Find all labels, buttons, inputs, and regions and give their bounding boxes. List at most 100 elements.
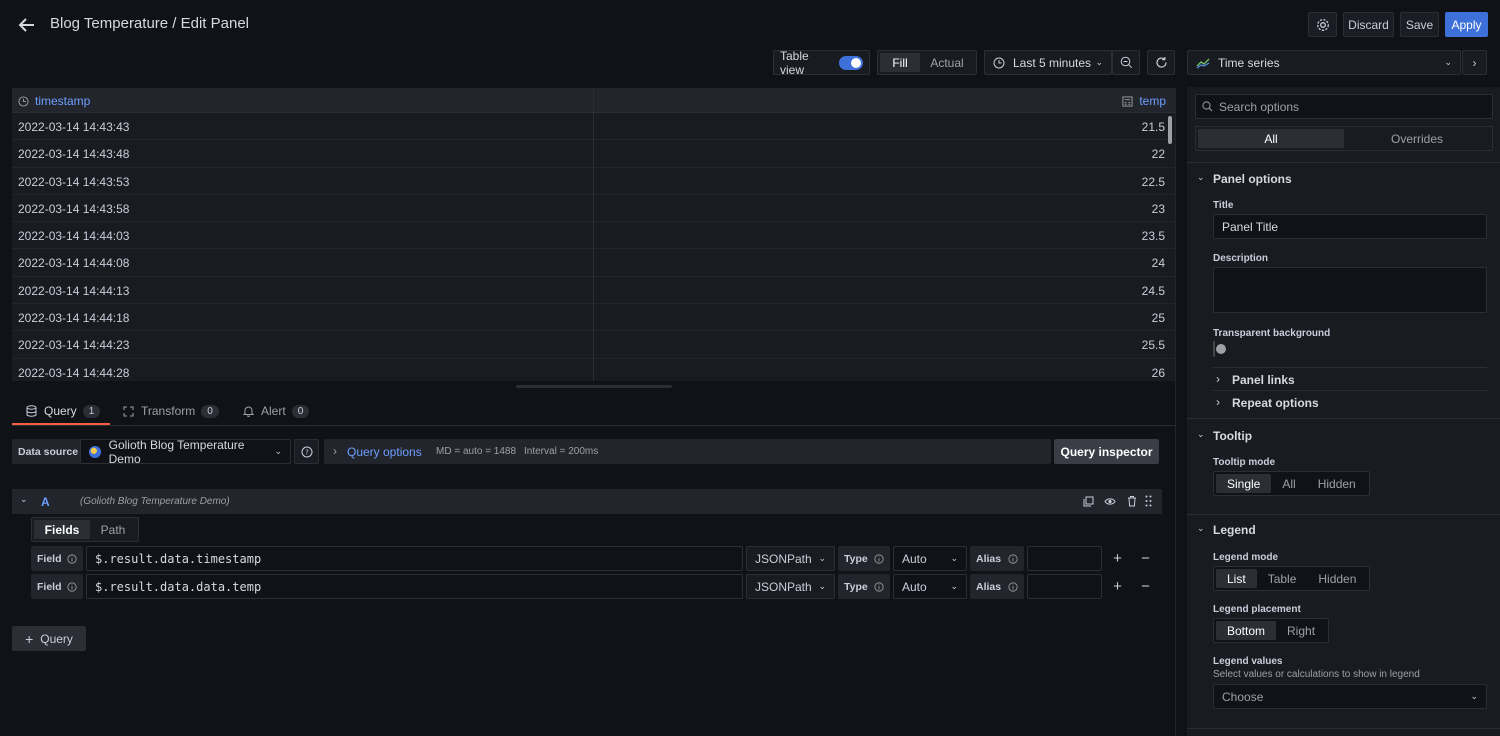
page-title: Blog Temperature / Edit Panel [50, 15, 250, 32]
panel-title-input[interactable]: Panel Title [1213, 214, 1487, 239]
chevron-down-icon[interactable]: ⌄ [1197, 523, 1205, 534]
field-label: Field [31, 546, 83, 571]
pane-splitter[interactable] [1175, 88, 1176, 736]
temp-cell: 24 [1151, 256, 1165, 271]
save-button[interactable]: Save [1400, 12, 1439, 37]
legend-section[interactable]: Legend [1213, 523, 1256, 537]
chevron-down-icon: ⌄ [1444, 57, 1452, 67]
query-options-bar[interactable] [324, 439, 1051, 464]
tooltip-hidden-option[interactable]: Hidden [1307, 474, 1367, 493]
timestamp-cell: 2022-03-14 14:44:23 [18, 338, 130, 353]
remove-field-button[interactable]: − [1133, 546, 1158, 571]
tab-alert[interactable]: Alert 0 [243, 397, 310, 425]
discard-button[interactable]: Discard [1343, 12, 1394, 37]
legend-hidden-option[interactable]: Hidden [1307, 569, 1367, 588]
chevron-right-icon: › [1472, 55, 1477, 70]
path-option[interactable]: Path [90, 520, 136, 539]
refresh-icon [1155, 57, 1167, 68]
remove-field-button[interactable]: − [1133, 574, 1158, 599]
chevron-right-icon[interactable]: › [1216, 395, 1220, 409]
legend-right-option[interactable]: Right [1276, 621, 1326, 640]
timestamp-cell: 2022-03-14 14:44:08 [18, 256, 130, 271]
repeat-options-section[interactable]: Repeat options [1232, 396, 1319, 410]
field-path-input[interactable]: $.result.data.data.temp [86, 574, 743, 599]
tab-overrides[interactable]: Overrides [1344, 129, 1490, 148]
copy-icon[interactable] [1083, 496, 1094, 507]
chevron-right-icon[interactable]: › [1216, 372, 1220, 386]
visualization-picker[interactable]: Time series ⌄ [1187, 50, 1461, 75]
fields-option[interactable]: Fields [34, 520, 90, 539]
field-type-select[interactable]: Auto ⌄ [893, 546, 967, 571]
tooltip-section[interactable]: Tooltip [1213, 429, 1252, 443]
divider [1213, 390, 1487, 391]
collapse-chevron-icon[interactable]: ⌄ [20, 494, 28, 505]
legend-values-select[interactable]: Choose ⌄ [1213, 684, 1487, 709]
temp-cell: 21.5 [1141, 120, 1165, 134]
add-field-button[interactable]: + [1105, 574, 1130, 599]
table-view-label: Table view [780, 48, 809, 77]
datasource-help-button[interactable]: ? [294, 439, 319, 464]
query-options-label[interactable]: Query options [347, 445, 422, 459]
panel-options-section[interactable]: Panel options [1213, 172, 1292, 186]
chevron-down-icon[interactable]: ⌄ [1197, 429, 1205, 440]
field-kind-select[interactable]: JSONPath ⌄ [746, 546, 835, 571]
temp-column-header[interactable]: temp [1122, 94, 1166, 108]
tooltip-single-option[interactable]: Single [1216, 474, 1272, 493]
resize-handle[interactable] [516, 385, 672, 388]
bell-icon [243, 406, 254, 417]
panel-links-section[interactable]: Panel links [1232, 373, 1295, 387]
arrow-left-icon [18, 18, 34, 32]
data-source-label: Data source [12, 439, 85, 464]
time-range-picker[interactable]: Last 5 minutes ⌄ [984, 50, 1112, 75]
search-options-field[interactable]: Search options [1195, 94, 1493, 119]
legend-list-option[interactable]: List [1216, 569, 1257, 588]
timestamp-cell: 2022-03-14 14:43:58 [18, 201, 130, 216]
settings-button[interactable] [1308, 12, 1337, 37]
field-type-select[interactable]: Auto ⌄ [893, 574, 967, 599]
alias-input[interactable] [1027, 546, 1102, 571]
max-datapoints-info: MD = auto = 1488 [436, 446, 517, 457]
tab-query[interactable]: Query 1 [26, 397, 101, 425]
fill-option[interactable]: Fill [880, 53, 920, 72]
actual-option[interactable]: Actual [920, 53, 974, 72]
table-view-switch[interactable] [839, 55, 863, 70]
legend-table-option[interactable]: Table [1257, 569, 1308, 588]
chevron-down-icon[interactable]: ⌄ [1197, 172, 1205, 183]
type-label: Type [838, 546, 890, 571]
chevron-down-icon: ⌄ [818, 553, 826, 563]
timestamp-column-header[interactable]: timestamp [18, 94, 90, 108]
divider [1187, 728, 1500, 729]
zoom-out-button[interactable] [1112, 50, 1140, 75]
back-button[interactable] [14, 12, 40, 38]
apply-button[interactable]: Apply [1445, 12, 1488, 37]
drag-handle-icon[interactable] [1145, 495, 1152, 507]
query-inspector-button[interactable]: Query inspector [1054, 439, 1159, 464]
eye-icon[interactable] [1104, 496, 1116, 507]
alias-input[interactable] [1027, 574, 1102, 599]
trash-icon[interactable] [1127, 495, 1137, 507]
chevron-down-icon: ⌄ [818, 581, 826, 591]
add-query-button[interactable]: + Query [12, 626, 86, 651]
collapse-options-button[interactable]: › [1462, 50, 1487, 75]
query-ref-id[interactable]: A [41, 495, 50, 509]
database-icon [26, 405, 37, 417]
timestamp-cell: 2022-03-14 14:44:13 [18, 283, 130, 298]
table-view-toggle[interactable]: Table view [773, 48, 870, 77]
temp-cell: 26 [1151, 365, 1165, 380]
temp-cell: 24.5 [1141, 283, 1165, 298]
datasource-logo-icon [89, 445, 101, 458]
transparent-background-switch[interactable] [1213, 341, 1215, 357]
table-scrollbar[interactable] [1168, 116, 1172, 144]
tooltip-all-option[interactable]: All [1271, 474, 1306, 493]
tab-transform[interactable]: Transform 0 [123, 397, 219, 425]
tab-all[interactable]: All [1198, 129, 1344, 148]
query-count-badge: 1 [82, 404, 101, 418]
add-field-button[interactable]: + [1105, 546, 1130, 571]
refresh-button[interactable] [1147, 50, 1175, 75]
legend-bottom-option[interactable]: Bottom [1216, 621, 1277, 640]
data-source-picker[interactable]: Golioth Blog Temperature Demo ⌄ [80, 438, 291, 466]
field-kind-select[interactable]: JSONPath ⌄ [746, 574, 835, 599]
alert-count-badge: 0 [291, 404, 310, 418]
field-path-input[interactable]: $.result.data.timestamp [86, 546, 743, 571]
description-textarea[interactable] [1213, 267, 1487, 313]
